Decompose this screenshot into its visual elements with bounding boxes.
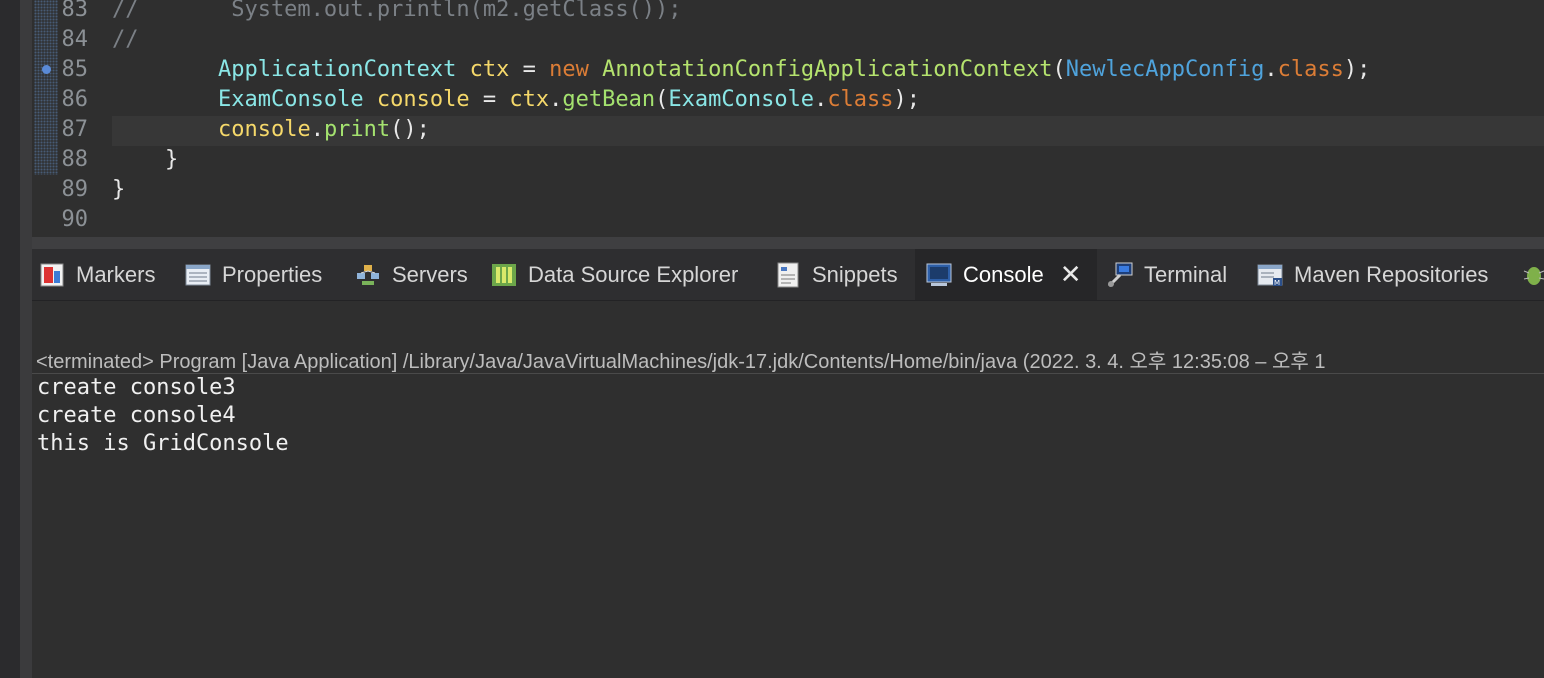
terminal-icon	[1106, 261, 1134, 289]
code-token: ExamConsole	[668, 87, 815, 112]
line-number: 84	[61, 27, 89, 52]
code-token: (	[1052, 57, 1066, 82]
code-token: ();	[390, 117, 430, 142]
close-icon[interactable]: ✕	[1060, 259, 1082, 290]
code-editor[interactable]: 83 // System.out.println(m2.getClass()); 8…	[32, 0, 1544, 237]
line-number: 87	[61, 117, 89, 142]
code-token: }	[112, 177, 126, 202]
code-token: // System.out.println(m2.getClass());	[112, 0, 682, 22]
code-token: console	[376, 87, 470, 112]
tab-label: Maven Repositories	[1294, 261, 1489, 287]
markers-icon	[38, 261, 66, 289]
tab-snippets[interactable]: Snippets	[774, 249, 898, 300]
code-token: =	[469, 87, 510, 112]
code-token: }	[112, 147, 179, 172]
code-token: (	[655, 87, 669, 112]
view-sash[interactable]	[32, 237, 1544, 249]
code-token: ctx	[469, 57, 510, 82]
line-number: 85	[61, 57, 89, 82]
code-token: =	[509, 57, 550, 82]
code-text: console.print();	[112, 115, 430, 145]
svg-text:M: M	[1274, 279, 1280, 287]
code-token: //	[112, 27, 139, 52]
tab-terminal[interactable]: Terminal	[1106, 249, 1227, 300]
console-status-line: <terminated> Program [Java Application] …	[36, 351, 1326, 373]
code-token: NewlecAppConfig	[1065, 57, 1265, 82]
line-number: 88	[61, 147, 89, 172]
code-token: AnnotationConfigApplicationContext	[602, 57, 1053, 82]
tab-maven-repositories[interactable]: M Maven Repositories	[1256, 249, 1488, 300]
tab-markers[interactable]: Markers	[38, 249, 155, 300]
status-divider	[32, 373, 1544, 374]
code-token: print	[323, 117, 391, 142]
tab-label: Data Source Explorer	[528, 261, 739, 287]
window-left-edge	[0, 0, 20, 678]
view-tab-bar: Markers Properties Servers Data Source E…	[32, 249, 1544, 301]
tab-label: Console	[963, 261, 1044, 287]
maven-icon: M	[1256, 261, 1284, 289]
code-token: );	[1343, 57, 1371, 82]
line-number: 90	[61, 207, 89, 232]
code-token: ctx	[509, 87, 550, 112]
console-output-line: this is GridConsole	[37, 431, 289, 456]
code-text: }	[112, 175, 125, 205]
console-icon	[925, 261, 953, 289]
code-text: }	[112, 145, 178, 175]
code-token: class	[827, 87, 894, 112]
code-token: ExamConsole	[217, 87, 364, 112]
code-token: .	[549, 87, 563, 112]
code-text: //	[112, 25, 139, 55]
console-view[interactable]: <terminated> Program [Java Application] …	[32, 301, 1544, 678]
tab-debug[interactable]	[1520, 249, 1544, 300]
debug-icon	[1520, 261, 1544, 289]
tab-properties[interactable]: Properties	[184, 249, 322, 300]
code-token: .	[814, 87, 828, 112]
tab-servers[interactable]: Servers	[354, 249, 468, 300]
properties-icon	[184, 261, 212, 289]
tab-label: Snippets	[812, 261, 898, 287]
servers-icon	[354, 261, 382, 289]
code-text: ExamConsole console = ctx.getBean(ExamCo…	[112, 85, 920, 115]
data-source-icon	[490, 261, 518, 289]
code-token: new	[549, 57, 589, 82]
tab-label: Markers	[76, 261, 156, 287]
code-token: ApplicationContext	[217, 57, 457, 82]
code-token: .	[310, 117, 324, 142]
tab-console[interactable]: Console ✕	[915, 249, 1097, 300]
code-token: );	[893, 87, 921, 112]
line-number: 86	[61, 87, 89, 112]
tab-label: Servers	[392, 261, 468, 287]
code-token: console	[217, 117, 311, 142]
tab-label: Terminal	[1144, 261, 1228, 287]
code-token: .	[1264, 57, 1278, 82]
console-output-line: create console4	[37, 403, 236, 428]
console-output-line: create console3	[37, 375, 236, 400]
editor-left-border	[20, 0, 32, 678]
line-number: 89	[61, 177, 89, 202]
code-text: // System.out.println(m2.getClass());	[112, 0, 682, 25]
tab-data-source-explorer[interactable]: Data Source Explorer	[490, 249, 738, 300]
code-token: class	[1277, 57, 1344, 82]
snippets-icon	[774, 261, 802, 289]
line-number: 83	[61, 0, 89, 22]
code-token: getBean	[562, 87, 656, 112]
code-text: ApplicationContext ctx = new AnnotationC…	[112, 55, 1370, 85]
breakpoint-marker-icon[interactable]	[42, 65, 51, 74]
tab-label: Properties	[222, 261, 323, 287]
